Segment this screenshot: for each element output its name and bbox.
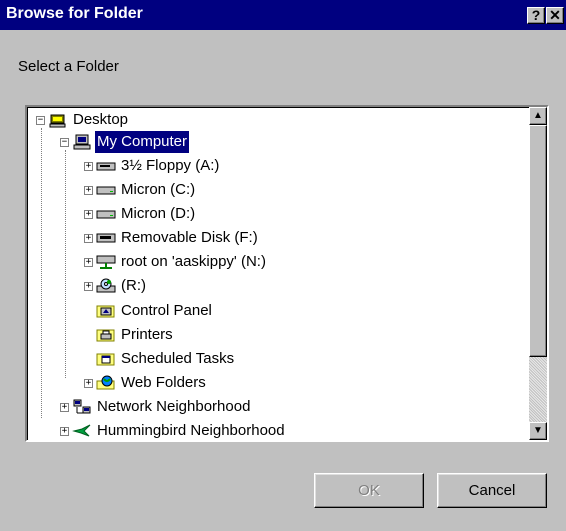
tree-item-web-folders[interactable]: + Web Folders <box>84 372 208 394</box>
title-bar[interactable]: Browse for Folder ? ✕ <box>0 0 566 30</box>
tree-item-micron-c[interactable]: + Micron (C:) <box>84 179 197 201</box>
removable-disk-icon <box>96 230 116 246</box>
expand-toggle[interactable]: + <box>84 378 93 388</box>
window-title: Browse for Folder <box>6 5 143 22</box>
network-drive-icon <box>96 254 116 270</box>
tree-item-floppy[interactable]: + 3½ Floppy (A:) <box>84 155 221 177</box>
desktop-icon <box>48 112 68 128</box>
cancel-button[interactable]: Cancel <box>437 473 547 508</box>
printers-folder-icon <box>96 327 116 343</box>
tree-item-label: (R:) <box>121 277 146 294</box>
tree-item-r-drive[interactable]: + (R:) <box>84 275 148 297</box>
tree-connector <box>41 128 42 418</box>
expand-toggle[interactable]: + <box>84 233 93 243</box>
tree-item-desktop[interactable]: − Desktop <box>36 109 130 131</box>
tree-item-my-computer[interactable]: − My Computer <box>60 130 191 154</box>
computer-icon <box>72 134 92 150</box>
tree-item-label: Hummingbird Neighborhood <box>97 422 285 439</box>
tree-item-label: Network Neighborhood <box>97 398 251 415</box>
control-panel-icon <box>96 303 116 319</box>
web-folders-icon <box>96 375 116 391</box>
tree-item-label: Web Folders <box>121 374 206 391</box>
tree-item-network-neighborhood[interactable]: + Network Neighborhood <box>60 396 252 418</box>
tree-item-label: Micron (D:) <box>121 205 196 222</box>
close-button[interactable]: ✕ <box>546 7 564 24</box>
tree-item-removable-disk[interactable]: + Removable Disk (F:) <box>84 227 260 249</box>
hummingbird-icon <box>72 423 92 439</box>
floppy-drive-icon <box>96 158 116 174</box>
hard-drive-icon <box>96 182 116 198</box>
expand-toggle[interactable]: + <box>60 402 69 412</box>
tree-content: − Desktop − My Computer + 3½ Floppy (A:)… <box>27 107 527 440</box>
tree-connector <box>65 150 66 378</box>
collapse-toggle[interactable]: − <box>60 137 69 147</box>
scheduled-tasks-icon <box>96 351 116 367</box>
folder-tree[interactable]: − Desktop − My Computer + 3½ Floppy (A:)… <box>25 105 549 442</box>
tree-item-scheduled-tasks[interactable]: Scheduled Tasks <box>96 348 236 370</box>
scroll-up-button[interactable]: ▲ <box>529 107 547 125</box>
expand-toggle[interactable]: + <box>84 161 93 171</box>
cd-drive-icon <box>96 278 116 294</box>
tree-item-label: Removable Disk (F:) <box>121 229 258 246</box>
hard-drive-icon <box>96 206 116 222</box>
tree-item-micron-d[interactable]: + Micron (D:) <box>84 203 197 225</box>
tree-item-hummingbird-neighborhood[interactable]: + Hummingbird Neighborhood <box>60 420 287 440</box>
tree-item-label: root on 'aaskippy' (N:) <box>121 253 266 270</box>
tree-item-network-drive[interactable]: + root on 'aaskippy' (N:) <box>84 251 268 273</box>
expand-toggle[interactable]: + <box>60 426 69 436</box>
network-neighborhood-icon <box>72 399 92 415</box>
tree-item-label: Control Panel <box>121 302 212 319</box>
expand-toggle[interactable]: + <box>84 209 93 219</box>
expand-toggle[interactable]: + <box>84 281 93 291</box>
tree-item-printers[interactable]: Printers <box>96 324 175 346</box>
collapse-toggle[interactable]: − <box>36 115 45 125</box>
ok-button[interactable]: OK <box>314 473 424 508</box>
expand-toggle[interactable]: + <box>84 257 93 267</box>
help-button[interactable]: ? <box>527 7 545 24</box>
expand-toggle[interactable]: + <box>84 185 93 195</box>
dialog-prompt: Select a Folder <box>18 58 119 75</box>
scroll-down-button[interactable]: ▼ <box>529 422 547 440</box>
tree-item-label: Printers <box>121 326 173 343</box>
tree-item-label: Desktop <box>73 111 129 128</box>
tree-item-label: My Computer <box>93 130 191 154</box>
tree-item-label: 3½ Floppy (A:) <box>121 157 220 174</box>
scroll-thumb[interactable] <box>529 125 547 357</box>
tree-item-label: Micron (C:) <box>121 181 196 198</box>
vertical-scrollbar[interactable]: ▲ ▼ <box>529 107 547 440</box>
tree-item-label: Scheduled Tasks <box>121 350 235 367</box>
tree-item-control-panel[interactable]: Control Panel <box>96 300 214 322</box>
